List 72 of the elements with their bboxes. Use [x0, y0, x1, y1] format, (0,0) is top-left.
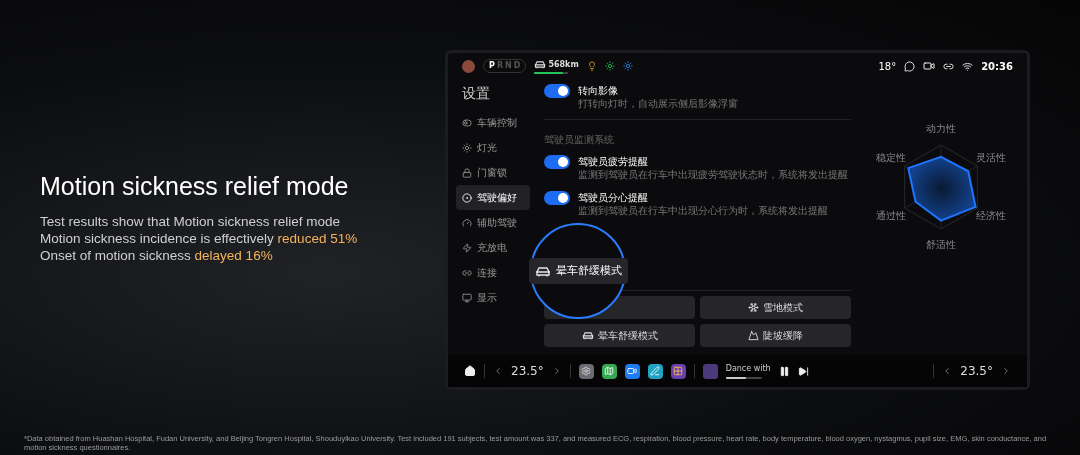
- temperature: 18°: [878, 59, 897, 74]
- album-art-placeholder: [702, 363, 718, 379]
- video-app-icon[interactable]: [624, 363, 640, 379]
- setting-description: 打转向灯时，自动展示侧后影像浮窗: [578, 97, 738, 110]
- setting-description: 监测到驾驶员在行车中出现疲劳驾驶状态时，系统将发出提醒: [578, 168, 848, 181]
- settings-title: 设置: [461, 84, 491, 103]
- sun-icon: [462, 142, 472, 153]
- clock: 20:36: [981, 59, 1013, 74]
- wifi-icon: [962, 60, 974, 72]
- chevron-left-icon[interactable]: [493, 366, 503, 376]
- sidebar-item[interactable]: 充放电: [456, 235, 530, 260]
- section-label: 驾驶员监测系统: [544, 134, 614, 145]
- gear-letter: N: [505, 60, 512, 72]
- skip-next-icon[interactable]: [797, 365, 809, 377]
- setting-title: 驾驶员分心提醒: [578, 191, 649, 204]
- gear-letter: R: [496, 60, 504, 72]
- sidebar-item[interactable]: 显示: [456, 285, 530, 310]
- radar-label: 稳定性: [875, 152, 906, 163]
- mode-button[interactable]: 晕车舒缓模式: [544, 324, 695, 347]
- home-icon[interactable]: [464, 365, 476, 377]
- sidebar-item[interactable]: 驾驶偏好: [456, 185, 530, 210]
- monitor-icon: [462, 292, 472, 303]
- map-app-icon[interactable]: [601, 363, 617, 379]
- radar-label: 通过性: [875, 210, 906, 221]
- gauge-icon: [462, 217, 472, 228]
- car-icon: [534, 265, 551, 277]
- sidebar-item[interactable]: 连接: [456, 260, 530, 285]
- avatar[interactable]: [462, 59, 475, 73]
- pause-icon[interactable]: [778, 365, 790, 377]
- sidebar-item[interactable]: 门窗锁: [456, 160, 530, 185]
- bolt-icon: [462, 242, 472, 253]
- headline-line: Onset of motion sickness delayed 16%: [40, 246, 274, 264]
- video-camera-icon[interactable]: [923, 60, 936, 72]
- toggle-switch[interactable]: [544, 84, 570, 98]
- radar-label: 舒适性: [926, 238, 956, 250]
- sidebar-item[interactable]: 车辆控制: [456, 110, 530, 135]
- headline-line: Test results show that Motion sickness relief mode: [40, 212, 342, 230]
- lamp-indicator-icon: [604, 61, 615, 71]
- apps-grid-icon[interactable]: [670, 363, 686, 379]
- mountain-icon: [748, 330, 759, 341]
- pen-app-icon[interactable]: [647, 363, 663, 379]
- song-title: Dance with: [725, 363, 771, 375]
- link-icon: [462, 267, 472, 278]
- gear-letter: D: [513, 60, 521, 72]
- temperature-setting: 23.5°: [960, 363, 993, 380]
- setting-title: 转向影像: [578, 84, 619, 97]
- radar-label: 动力性: [926, 123, 956, 135]
- headline-line: Motion sickness incidence is effectively reduced 51%: [40, 229, 359, 247]
- range-text: 568km: [548, 58, 579, 71]
- toggle-switch[interactable]: [544, 191, 570, 205]
- sidebar-item[interactable]: 辅助驾驶: [456, 210, 530, 235]
- setting-description: 监测到驾驶员在行车中出现分心行为时，系统将发出提醒: [578, 204, 828, 217]
- light-indicator-icon: [586, 61, 597, 71]
- chat-icon[interactable]: [904, 60, 916, 72]
- radar-label: 灵活性: [976, 152, 1007, 163]
- snowflake-icon: [748, 302, 759, 313]
- car-icon: [581, 331, 594, 340]
- chevron-right-icon[interactable]: [1001, 366, 1011, 376]
- car-icon: [534, 60, 547, 69]
- toggle-icon: [462, 117, 472, 128]
- setting-title: 驾驶员疲劳提醒: [578, 155, 649, 168]
- radar-label: 经济性: [976, 210, 1007, 221]
- headline-title: Motion sickness relief mode: [40, 170, 350, 201]
- beam-indicator-icon: [622, 61, 633, 71]
- sidebar-item[interactable]: 灯光: [456, 135, 530, 160]
- mode-button[interactable]: 雪地模式: [700, 296, 851, 319]
- mode-button[interactable]: 陡坡缓降: [700, 324, 851, 347]
- settings-app-icon[interactable]: [578, 363, 594, 379]
- temperature-setting: 23.5°: [511, 363, 544, 380]
- gear-letter: P: [489, 60, 495, 72]
- toggle-switch[interactable]: [544, 155, 570, 169]
- lock-icon: [462, 167, 472, 178]
